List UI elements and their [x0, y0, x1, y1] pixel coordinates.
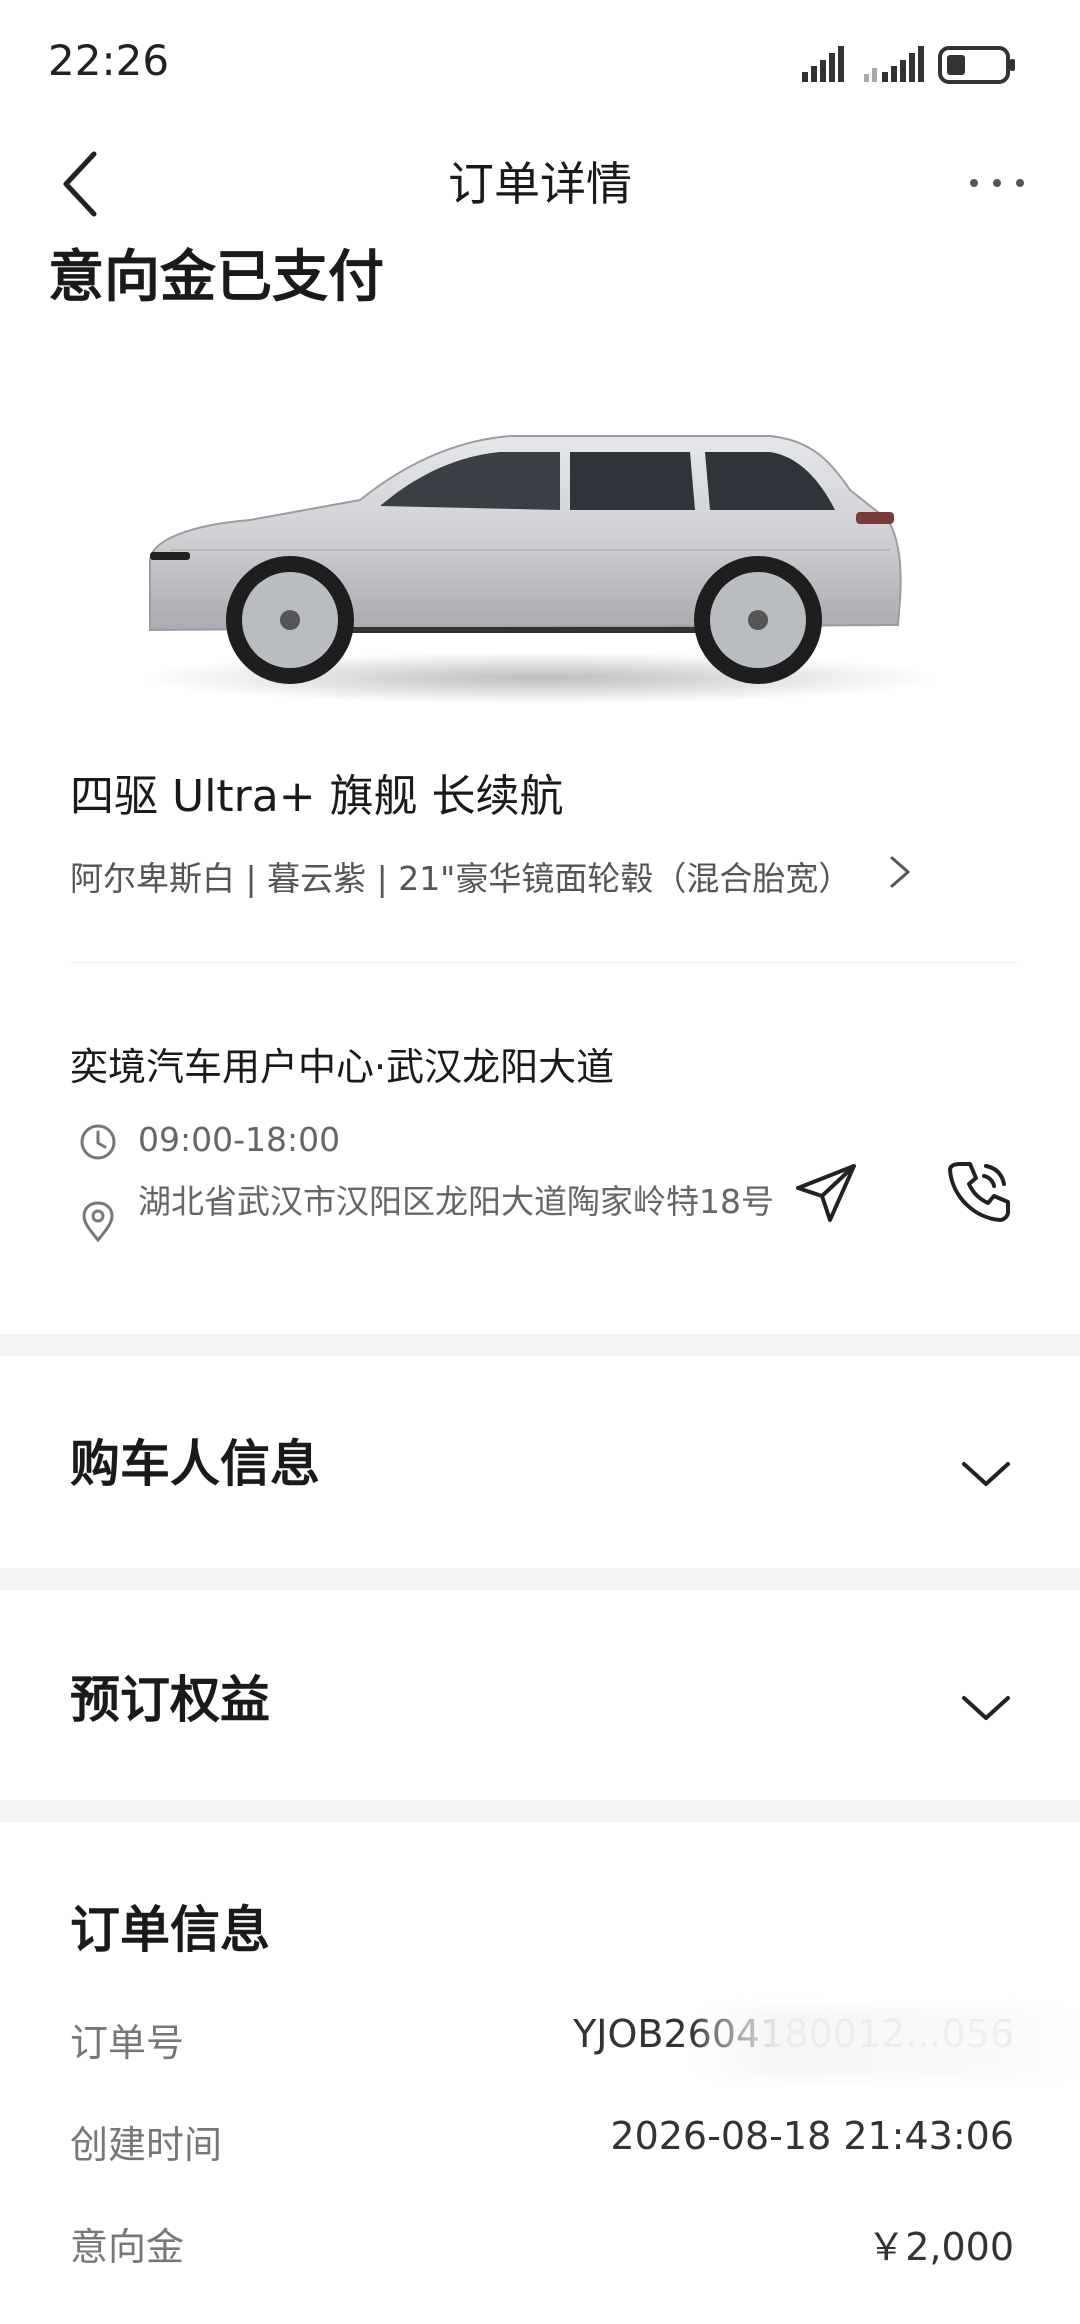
chevron-right-icon[interactable] [880, 852, 920, 892]
section-separator [0, 1568, 1080, 1590]
created-time-value: 2026-08-18 21:43:06 [610, 2114, 1014, 2158]
navigate-icon[interactable] [790, 1158, 860, 1228]
order-status-heading: 意向金已支付 [48, 245, 384, 310]
status-icons [802, 46, 1015, 84]
chevron-down-icon[interactable] [958, 1456, 1014, 1492]
phone-icon[interactable] [944, 1156, 1014, 1226]
vehicle-config[interactable]: 阿尔卑斯白 | 暮云紫 | 21"豪华镜面轮毂（混合胎宽） [70, 852, 851, 900]
store-address: 湖北省武汉市汉阳区龙阳大道陶家岭特18号 [138, 1182, 774, 1221]
order-no-label: 订单号 [70, 2021, 185, 2065]
divider [70, 962, 1018, 963]
order-info-title: 订单信息 [70, 1901, 270, 1959]
signal-icon-secondary [864, 46, 924, 82]
benefits-title[interactable]: 预订权益 [70, 1660, 270, 1732]
front-wheel [226, 556, 354, 684]
clock-icon [80, 1124, 116, 1160]
status-bar: 22:26 [0, 0, 1080, 130]
store-hours: 09:00-18:00 [138, 1120, 341, 1159]
more-dots-icon[interactable] [962, 158, 1032, 208]
chevron-down-icon[interactable] [958, 1690, 1014, 1726]
created-time-label: 创建时间 [70, 2123, 223, 2167]
deposit-label: 意向金 [70, 2225, 185, 2269]
section-separator [0, 1800, 1080, 1822]
battery-icon [938, 46, 1015, 84]
buyer-info-title[interactable]: 购车人信息 [70, 1424, 320, 1496]
redaction-blur [700, 2008, 1080, 2078]
deposit-value: ￥2,000 [867, 2225, 1014, 2269]
location-pin-icon [82, 1201, 114, 1243]
rear-wheel [694, 556, 822, 684]
signal-icon [802, 46, 844, 82]
status-time: 22:26 [48, 36, 170, 85]
nav-bar: 订单详情 [0, 130, 1080, 240]
store-name: 奕境汽车用户中心·武汉龙阳大道 [70, 1045, 615, 1089]
section-separator [0, 1334, 1080, 1356]
car-image [140, 435, 940, 704]
page-title: 订单详情 [448, 157, 632, 211]
vehicle-model-name: 四驱 Ultra+ 旗舰 长续航 [70, 771, 564, 822]
